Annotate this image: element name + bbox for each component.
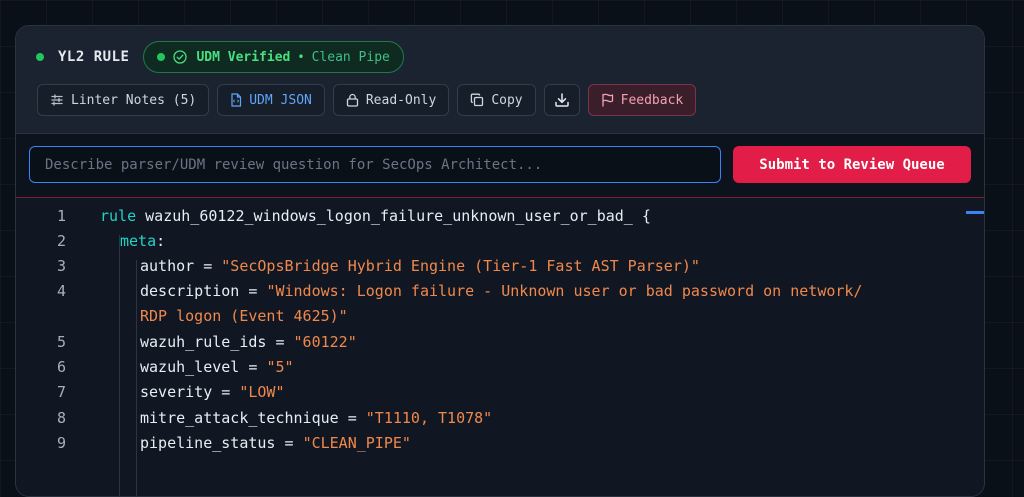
line-number: 7 [56, 382, 66, 401]
string-token: "SecOpsBridge Hybrid Engine (Tier-1 Fast… [221, 256, 700, 275]
copy-button[interactable]: Copy [457, 84, 536, 116]
badge-separator: • [297, 50, 305, 64]
code-key: mitre_attack_technique = [140, 408, 366, 427]
linter-notes-label: Linter Notes (5) [71, 92, 197, 108]
udm-verified-badge: UDM Verified • Clean Pipe [143, 41, 404, 73]
line-number: 9 [56, 433, 66, 452]
scroll-position-marker [966, 211, 984, 214]
code-key: wazuh_level = [140, 357, 267, 376]
feedback-label: Feedback [620, 92, 684, 108]
badge-sub-label: Clean Pipe [311, 49, 390, 65]
string-token: RDP logon (Event 4625)" [140, 306, 348, 325]
line-number: 4 [56, 281, 66, 300]
line-number: 1 [56, 206, 66, 225]
code-text: wazuh_60122_windows_logon_failure_unknow… [136, 206, 651, 225]
string-token: "LOW" [239, 382, 285, 401]
udm-json-label: UDM JSON [249, 92, 312, 108]
code-key: pipeline_status = [140, 433, 303, 452]
lock-icon [346, 93, 359, 107]
string-token: "T1110, T1078" [365, 408, 493, 427]
status-dot-icon [36, 53, 44, 61]
code-key: author = [140, 256, 222, 275]
panel-header: YL2 RULE UDM Verified • Clean Pipe Linte… [16, 26, 984, 134]
panel-title: YL2 RULE [58, 49, 130, 65]
badge-dot-icon [157, 53, 166, 61]
feedback-button[interactable]: Feedback [587, 84, 697, 116]
download-icon [554, 93, 569, 107]
title-row: YL2 RULE UDM Verified • Clean Pipe [36, 40, 404, 74]
yl2-rule-panel: YL2 RULE UDM Verified • Clean Pipe Linte… [15, 25, 985, 497]
line-number: 8 [56, 408, 66, 427]
flag-icon [601, 93, 613, 107]
copy-icon [471, 93, 484, 107]
linter-notes-button[interactable]: Linter Notes (5) [37, 84, 210, 116]
line-number: 3 [56, 256, 66, 275]
line-number: 2 [56, 231, 66, 250]
code-editor[interactable]: 1 rule wazuh_60122_windows_logon_failure… [16, 198, 984, 496]
read-only-button[interactable]: Read-Only [332, 84, 450, 116]
code-key: severity = [140, 382, 240, 401]
string-token: "CLEAN_PIPE" [302, 433, 411, 452]
review-query-bar: Submit to Review Queue [16, 134, 984, 198]
keyword-token: rule [100, 206, 137, 225]
check-circle-icon [173, 50, 188, 64]
udm-json-button[interactable]: UDM JSON [217, 84, 325, 116]
indent-guide [119, 235, 120, 496]
string-token: "Windows: Logon failure - Unknown user o… [266, 281, 863, 300]
keyword-token: meta [120, 231, 157, 250]
string-token: "60122" [293, 332, 357, 351]
badge-label: UDM Verified [196, 49, 291, 65]
file-json-icon [231, 93, 242, 107]
code-text: : [156, 231, 166, 250]
sliders-icon [51, 94, 63, 106]
string-token: "5" [266, 357, 294, 376]
code-key: description = [140, 281, 267, 300]
code-key: wazuh_rule_ids = [140, 332, 294, 351]
submit-to-review-queue-button[interactable]: Submit to Review Queue [733, 146, 971, 183]
copy-label: Copy [491, 92, 523, 108]
line-number: 6 [56, 357, 66, 376]
line-number: 5 [56, 332, 66, 351]
indent-guide [136, 260, 137, 496]
read-only-label: Read-Only [365, 92, 437, 108]
toolbar: Linter Notes (5) UDM JSON Read-Only Copy… [37, 84, 697, 118]
review-question-input[interactable] [29, 146, 721, 183]
download-button[interactable] [543, 84, 580, 116]
